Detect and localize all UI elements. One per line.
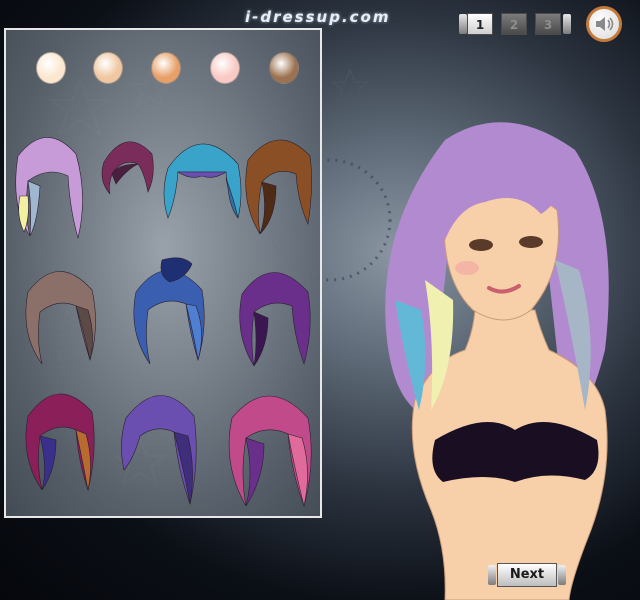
skin-tone-swatch-1[interactable] [36,52,66,84]
sound-toggle-button[interactable] [586,6,622,42]
page-button-2[interactable]: 2 [501,13,527,35]
hairstyle-option-5[interactable] [18,256,100,366]
nav-right-cap [563,14,571,34]
hairstyle-option-7[interactable] [232,256,316,368]
hairstyle-option-8[interactable] [20,378,100,494]
page-button-3[interactable]: 3 [535,13,561,35]
next-right-cap [558,565,566,585]
page-button-1[interactable]: 1 [467,13,493,35]
dressup-model [385,122,609,600]
site-logo: i-dressup.com [245,8,391,26]
page-navigation: 1 2 3 [459,11,571,37]
model-bandeau-top [432,422,599,482]
hairstyle-option-6[interactable] [122,254,214,366]
next-button[interactable]: Next [488,563,566,587]
hairstyle-option-1[interactable] [8,126,86,246]
hairstyle-option-9[interactable] [116,378,202,508]
next-button-label: Next [497,563,557,587]
hairstyle-selection-panel [4,28,322,518]
hairstyle-option-10[interactable] [220,378,318,510]
nav-left-cap [459,14,467,34]
skin-tone-swatch-3[interactable] [151,52,181,84]
star-decor [329,68,371,103]
hairstyle-option-2[interactable] [96,128,158,200]
next-left-cap [488,565,496,585]
game-stage: i-dressup.com 1 2 3 Next [0,0,640,600]
skin-tone-swatch-2[interactable] [93,52,123,84]
hairstyle-option-4[interactable] [242,126,316,238]
hairstyle-option-3[interactable] [156,128,248,224]
skin-tone-swatch-4[interactable] [210,52,240,84]
speaker-icon [596,17,614,31]
skin-tone-swatch-5[interactable] [269,52,299,84]
